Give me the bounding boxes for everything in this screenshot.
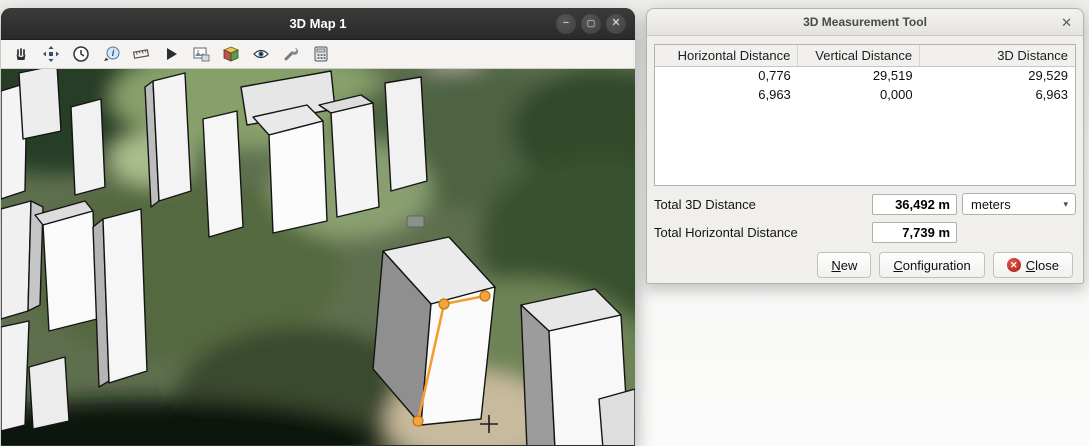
identify-icon: i (102, 45, 120, 63)
measurement-dialog: 3D Measurement Tool ✕ Horizontal Distanc… (646, 8, 1084, 284)
new-button[interactable]: New (817, 252, 871, 278)
map-window: 3D Map 1 − ▢ ✕ i (1, 8, 635, 446)
configuration-button[interactable]: Configuration (879, 252, 984, 278)
unit-selected-value: meters (971, 197, 1011, 212)
export-3d-cube-button[interactable] (219, 42, 243, 66)
close-icon: ✕ (611, 18, 620, 29)
close-button[interactable]: ✕ (606, 14, 626, 34)
view-eye-icon (252, 45, 270, 63)
measurement-vertex (413, 416, 423, 426)
measurement-vertex (439, 299, 449, 309)
maximize-icon: ▢ (587, 19, 596, 28)
totals-section: Total 3D Distance 36,492 m meters ▾ Tota… (647, 186, 1083, 243)
camera-move-button[interactable] (39, 42, 63, 66)
map-3d-viewport[interactable] (1, 69, 635, 445)
map-marker (407, 216, 424, 227)
play-animation-button[interactable] (159, 42, 183, 66)
map-toolbar: i (1, 40, 635, 69)
cell-vertical: 0,000 (798, 85, 920, 104)
total-3d-label: Total 3D Distance (654, 197, 756, 212)
window-controls: − ▢ ✕ (556, 14, 635, 34)
minimize-button[interactable]: − (556, 14, 576, 34)
calculator-button[interactable] (309, 42, 333, 66)
view-eye-button[interactable] (249, 42, 273, 66)
close-icon: ✕ (1061, 15, 1072, 30)
close-red-icon: ✕ (1007, 258, 1021, 272)
total-3d-row: Total 3D Distance 36,492 m meters ▾ (654, 193, 1076, 215)
table-row[interactable]: 6,963 0,000 6,963 (655, 85, 1075, 104)
save-image-icon (192, 45, 210, 63)
save-image-button[interactable] (189, 42, 213, 66)
map-window-title: 3D Map 1 (1, 16, 635, 31)
column-header-horizontal[interactable]: Horizontal Distance (655, 45, 798, 66)
total-horizontal-label: Total Horizontal Distance (654, 225, 798, 240)
close-dialog-button[interactable]: ✕ Close (993, 252, 1073, 278)
cell-horizontal: 6,963 (655, 85, 798, 104)
camera-move-icon (42, 45, 60, 63)
dialog-close-button[interactable]: ✕ (1059, 14, 1074, 31)
cell-horizontal: 0,776 (655, 66, 798, 85)
unit-dropdown[interactable]: meters ▾ (962, 193, 1076, 215)
chevron-down-icon: ▾ (1063, 199, 1075, 210)
measure-ruler-button[interactable] (129, 42, 153, 66)
pan-hand-icon (12, 45, 30, 63)
measurement-table: Horizontal Distance Vertical Distance 3D… (654, 44, 1076, 186)
total-3d-value-field[interactable]: 36,492 m (872, 194, 957, 215)
total-horizontal-row: Total Horizontal Distance 7,739 m (654, 222, 1076, 243)
dialog-buttons: New Configuration ✕ Close (647, 243, 1083, 278)
cell-3d: 6,963 (920, 85, 1075, 104)
play-icon (162, 45, 180, 63)
maximize-button[interactable]: ▢ (581, 14, 601, 34)
column-header-3d[interactable]: 3D Distance (920, 45, 1075, 66)
settings-wrench-icon (282, 45, 300, 63)
pan-hand-button[interactable] (9, 42, 33, 66)
identify-button[interactable]: i (99, 42, 123, 66)
measurement-vertex (480, 291, 490, 301)
animation-clock-button[interactable] (69, 42, 93, 66)
cell-vertical: 29,519 (798, 66, 920, 85)
calculator-icon (312, 45, 330, 63)
total-horizontal-value-field[interactable]: 7,739 m (872, 222, 957, 243)
dialog-titlebar[interactable]: 3D Measurement Tool ✕ (647, 9, 1083, 36)
settings-wrench-button[interactable] (279, 42, 303, 66)
dialog-title: 3D Measurement Tool (803, 15, 927, 29)
cell-3d: 29,529 (920, 66, 1075, 85)
measure-ruler-icon (132, 45, 150, 63)
export-3d-cube-icon (222, 45, 240, 63)
table-row[interactable]: 0,776 29,519 29,529 (655, 66, 1075, 85)
map-3d-scene (1, 69, 635, 445)
map-titlebar[interactable]: 3D Map 1 − ▢ ✕ (1, 8, 635, 40)
minimize-icon: − (563, 18, 569, 29)
animation-clock-icon (72, 45, 90, 63)
column-header-vertical[interactable]: Vertical Distance (798, 45, 920, 66)
